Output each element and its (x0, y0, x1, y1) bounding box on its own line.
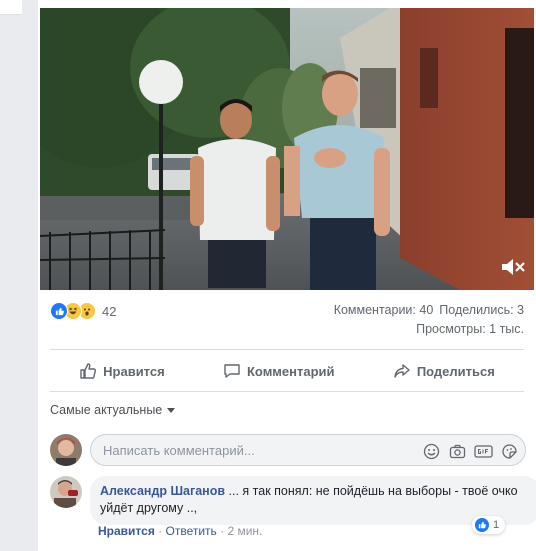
comments-count-link[interactable]: Комментарии: 40 (334, 303, 434, 317)
comment-timestamp[interactable]: 2 мин. (227, 524, 262, 538)
post-stats: Комментарии: 40 Поделились: 3 (334, 303, 524, 317)
post-card: 42 Комментарии: 40 Поделились: 3 Просмотр… (38, 0, 536, 551)
like-reaction-icon (475, 518, 489, 532)
comment-reactions-badge[interactable]: 1 (472, 516, 506, 534)
comment-sort-dropdown[interactable]: Самые актуальные (50, 403, 176, 417)
reactions-summary[interactable]: 42 (50, 302, 116, 320)
comment-author-link[interactable]: Александр Шаганов (100, 484, 225, 498)
comment-like-link[interactable]: Нравится (98, 524, 155, 538)
left-gutter (0, 0, 38, 551)
meta-separator: · (154, 524, 166, 538)
like-button[interactable]: Нравится (69, 356, 175, 386)
divider (50, 391, 524, 392)
speaker-muted-icon (502, 259, 525, 275)
comment-reply-link[interactable]: Ответить (166, 524, 217, 538)
share-arrow-icon (394, 364, 410, 378)
mute-button[interactable] (500, 256, 526, 278)
comment-input[interactable] (101, 441, 405, 459)
comment-meta: Нравится · Ответить · 2 мин. (98, 524, 262, 538)
thumbs-up-icon (80, 363, 97, 379)
emoji-icon[interactable] (421, 441, 441, 461)
like-reaction-icon (50, 302, 68, 320)
comment-composer[interactable] (90, 434, 526, 466)
video-player[interactable] (40, 8, 534, 290)
comment-reaction-count: 1 (493, 519, 500, 531)
share-button-label: Поделиться (416, 363, 495, 379)
sticker-icon[interactable] (499, 441, 519, 461)
comment-bubble: Александр Шаганов ... я так понял: не по… (90, 476, 536, 525)
current-user-avatar[interactable] (50, 434, 82, 466)
like-button-label: Нравится (103, 363, 165, 379)
meta-separator: · (216, 524, 228, 538)
post-actions-bar: Нравится Комментарий Поделиться (50, 352, 524, 390)
reactions-count: 42 (102, 303, 117, 319)
camera-icon[interactable] (447, 441, 467, 461)
commenter-avatar[interactable] (50, 476, 82, 508)
shares-count-link[interactable]: Поделились: 3 (439, 303, 524, 317)
previous-post-edge (0, 0, 22, 15)
divider (50, 349, 524, 350)
views-count: Просмотры: 1 тыс. (416, 322, 524, 336)
share-button[interactable]: Поделиться (383, 356, 505, 386)
gif-icon[interactable] (473, 441, 493, 461)
video-frame (40, 8, 534, 290)
comment-button-label: Комментарий (246, 363, 335, 379)
comment-icon (224, 364, 240, 378)
comment-button[interactable]: Комментарий (213, 356, 345, 386)
comment-sort-label: Самые актуальные (50, 403, 163, 417)
composer-icons (415, 441, 519, 461)
caret-down-icon (167, 407, 176, 413)
